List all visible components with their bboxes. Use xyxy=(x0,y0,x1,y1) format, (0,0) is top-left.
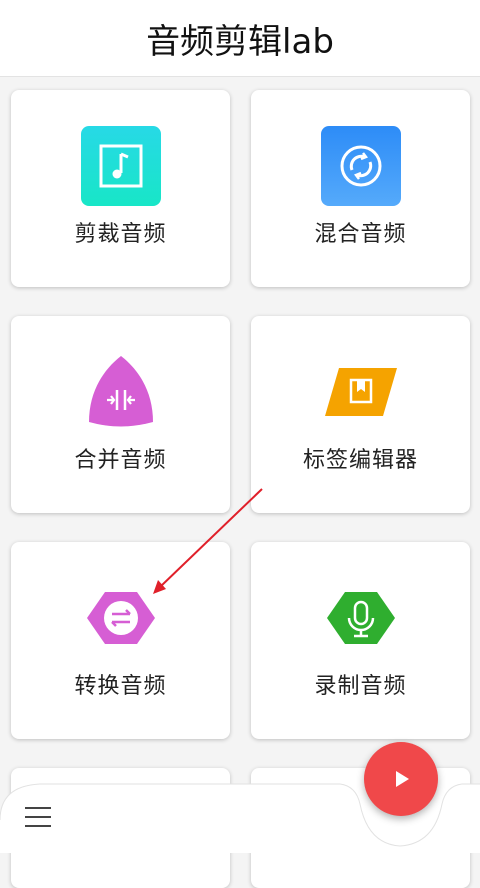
card-label: 混合音频 xyxy=(314,222,407,247)
card-merge-audio[interactable]: 合并音频 xyxy=(11,316,230,513)
hamburger-menu-icon[interactable] xyxy=(20,805,56,829)
card-label: 标签编辑器 xyxy=(302,448,418,473)
card-mix-audio[interactable]: 混合音频 xyxy=(251,90,470,287)
card-tag-editor[interactable]: 标签编辑器 xyxy=(251,316,470,513)
card-label: 录制音频 xyxy=(314,674,407,699)
app-header: 音频剪辑lab xyxy=(0,0,480,77)
microphone-icon xyxy=(321,578,401,658)
app-title: 音频剪辑lab xyxy=(146,21,334,62)
card-record-audio[interactable]: 录制音频 xyxy=(251,542,470,739)
music-note-file-icon xyxy=(80,126,161,206)
merge-arrows-icon xyxy=(81,352,161,432)
mix-circle-icon xyxy=(320,126,401,206)
card-convert-audio[interactable]: 转换音频 xyxy=(11,542,230,739)
card-trim-audio[interactable]: 剪裁音频 xyxy=(11,90,230,287)
play-icon xyxy=(396,771,409,787)
card-label: 合并音频 xyxy=(74,448,167,473)
card-label: 剪裁音频 xyxy=(74,222,167,247)
card-label: 转换音频 xyxy=(74,674,167,699)
convert-arrows-icon xyxy=(81,578,161,658)
play-fab-button[interactable] xyxy=(364,742,438,816)
bookmark-tag-icon xyxy=(321,352,401,432)
